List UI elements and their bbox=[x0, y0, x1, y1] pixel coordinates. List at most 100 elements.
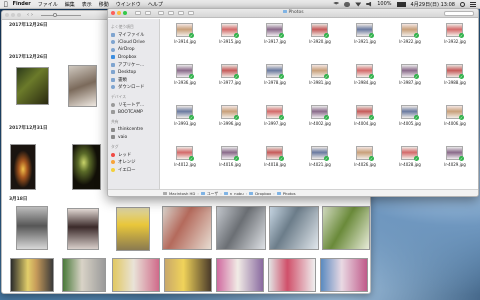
path-item[interactable]: Photos bbox=[283, 191, 296, 196]
action-gear-button[interactable] bbox=[188, 11, 194, 15]
file-item[interactable]: ✓ lr-3984.jpg bbox=[347, 64, 383, 91]
file-item[interactable]: ✓ lr-4002.jpg bbox=[302, 105, 338, 132]
photo-thumbnail[interactable] bbox=[268, 258, 316, 292]
apple-menu-icon[interactable]:  bbox=[4, 1, 8, 8]
file-item[interactable]: ✓ lr-4004.jpg bbox=[347, 105, 383, 132]
search-field[interactable] bbox=[444, 11, 474, 16]
sidebar-item-tag-yellow[interactable]: イエロー bbox=[111, 166, 159, 174]
sidebar-item-downloads[interactable]: ダウンロード bbox=[111, 84, 159, 92]
forward-arrow-icon[interactable]: › bbox=[31, 12, 33, 18]
file-item[interactable]: ✓ lr-3917.jpg bbox=[257, 23, 293, 50]
photo-thumbnail[interactable] bbox=[320, 258, 368, 292]
battery-icon[interactable] bbox=[396, 1, 406, 7]
battery-percent[interactable]: 100% bbox=[377, 1, 391, 7]
menu-help[interactable]: ヘルプ bbox=[148, 1, 163, 8]
photo-thumbnail[interactable] bbox=[16, 206, 48, 250]
photo-thumbnail[interactable] bbox=[67, 208, 99, 250]
photo-thumbnail[interactable] bbox=[322, 206, 370, 250]
file-item[interactable]: ✓ lr-3914.jpg bbox=[167, 23, 203, 50]
path-item[interactable]: nobu bbox=[234, 191, 244, 196]
forward-button[interactable] bbox=[145, 11, 151, 15]
view-list-button[interactable] bbox=[168, 11, 174, 15]
sidebar-item-applications[interactable]: アプリケー... bbox=[111, 61, 159, 69]
photo-thumbnail[interactable] bbox=[116, 207, 150, 251]
menu-file[interactable]: ファイル bbox=[38, 1, 58, 8]
photo-thumbnail[interactable] bbox=[112, 258, 160, 292]
file-item[interactable]: ✓ lr-3936.jpg bbox=[167, 64, 203, 91]
zoom-button[interactable] bbox=[17, 13, 21, 17]
menu-view[interactable]: 表示 bbox=[82, 1, 92, 8]
cloud-status-icon[interactable] bbox=[344, 1, 351, 7]
file-item[interactable]: ✓ lr-4005.jpg bbox=[392, 105, 428, 132]
file-item[interactable]: ✓ lr-4012.jpg bbox=[167, 146, 203, 173]
file-item[interactable]: ✓ lr-3922.jpg bbox=[392, 23, 428, 50]
photo-thumbnail[interactable] bbox=[16, 67, 49, 105]
sidebar-item-vaio[interactable]: vaio bbox=[111, 134, 159, 142]
zoom-slider-knob[interactable] bbox=[53, 12, 57, 17]
file-item[interactable]: ✓ lr-3997.jpg bbox=[257, 105, 293, 132]
sidebar-item-airdrop[interactable]: AirDrop bbox=[111, 46, 159, 54]
file-item[interactable]: ✓ lr-4016.jpg bbox=[212, 146, 248, 173]
menu-clock[interactable]: 4月29日(日) 13:08 bbox=[411, 1, 455, 8]
menu-window[interactable]: ウインドウ bbox=[116, 1, 141, 8]
path-item[interactable]: Macintosh HD bbox=[169, 191, 195, 196]
notification-center-icon[interactable] bbox=[470, 1, 476, 7]
photo-thumbnail[interactable] bbox=[164, 258, 212, 292]
finder-close-button[interactable] bbox=[111, 11, 115, 15]
photo-thumbnail[interactable] bbox=[216, 206, 266, 250]
menu-go[interactable]: 移動 bbox=[99, 1, 109, 8]
menu-edit[interactable]: 編集 bbox=[65, 1, 75, 8]
spotlight-icon[interactable] bbox=[460, 1, 465, 7]
sidebar-item-icloud-drive[interactable]: iCloud Drive bbox=[111, 39, 159, 47]
file-item[interactable]: ✓ lr-3996.jpg bbox=[212, 105, 248, 132]
photo-thumbnail[interactable] bbox=[162, 206, 212, 250]
path-item[interactable]: Dropbox bbox=[255, 191, 271, 196]
file-item[interactable]: ✓ lr-3915.jpg bbox=[212, 23, 248, 50]
zoom-slider[interactable] bbox=[41, 12, 81, 17]
photo-thumbnail[interactable] bbox=[269, 206, 319, 250]
sidebar-item-bootcamp[interactable]: BOOTCAMP bbox=[111, 109, 159, 117]
finder-minimize-button[interactable] bbox=[117, 11, 121, 15]
wifi-icon[interactable] bbox=[355, 2, 362, 7]
sidebar-item-thinkcentre[interactable]: thinkcentre bbox=[111, 126, 159, 134]
minimize-button[interactable] bbox=[11, 13, 15, 17]
menu-finder[interactable]: Finder bbox=[13, 1, 31, 7]
back-button[interactable] bbox=[135, 11, 141, 15]
close-button[interactable] bbox=[5, 13, 9, 17]
file-item[interactable]: ✓ lr-4028.jpg bbox=[392, 146, 428, 173]
file-item[interactable]: ✓ lr-4029.jpg bbox=[437, 146, 473, 173]
sidebar-item-all-my-files[interactable]: マイファイル bbox=[111, 31, 159, 39]
back-arrow-icon[interactable]: ‹ bbox=[27, 12, 29, 18]
photo-thumbnail[interactable] bbox=[68, 65, 97, 107]
file-item[interactable]: ✓ lr-3988.jpg bbox=[437, 64, 473, 91]
sidebar-item-documents[interactable]: 書類 bbox=[111, 76, 159, 84]
finder-zoom-button[interactable] bbox=[123, 11, 127, 15]
file-item[interactable]: ✓ lr-3932.jpg bbox=[437, 23, 473, 50]
view-icons-button[interactable] bbox=[158, 11, 164, 15]
photo-thumbnail[interactable] bbox=[72, 144, 101, 190]
file-item[interactable]: ✓ lr-4018.jpg bbox=[257, 146, 293, 173]
sidebar-item-dropbox[interactable]: Dropbox bbox=[111, 54, 159, 62]
sidebar-item-desktop[interactable]: Desktop bbox=[111, 69, 159, 77]
sidebar-item-tag-orange[interactable]: オレンジ bbox=[111, 159, 159, 167]
file-item[interactable]: ✓ lr-3981.jpg bbox=[302, 64, 338, 91]
file-item[interactable]: ✓ lr-4021.jpg bbox=[302, 146, 338, 173]
path-item[interactable]: ユーザ bbox=[207, 191, 218, 197]
volume-icon[interactable] bbox=[366, 1, 372, 7]
file-item[interactable]: ✓ lr-3993.jpg bbox=[167, 105, 203, 132]
path-item[interactable]: n bbox=[230, 191, 232, 196]
file-item[interactable]: ✓ lr-3920.jpg bbox=[302, 23, 338, 50]
sidebar-item-tag-red[interactable]: レッド bbox=[111, 151, 159, 159]
photo-thumbnail[interactable] bbox=[216, 258, 264, 292]
file-item[interactable]: ✓ lr-4026.jpg bbox=[347, 146, 383, 173]
photo-thumbnail[interactable] bbox=[10, 144, 36, 190]
photo-thumbnail[interactable] bbox=[62, 258, 106, 292]
file-item[interactable]: ✓ lr-3978.jpg bbox=[257, 64, 293, 91]
file-item[interactable]: ✓ lr-4006.jpg bbox=[437, 105, 473, 132]
file-item[interactable]: ✓ lr-3921.jpg bbox=[347, 23, 383, 50]
arrange-button[interactable] bbox=[178, 11, 184, 15]
file-item[interactable]: ✓ lr-3987.jpg bbox=[392, 64, 428, 91]
photo-thumbnail[interactable] bbox=[10, 258, 54, 292]
file-item[interactable]: ✓ lr-3977.jpg bbox=[212, 64, 248, 91]
sidebar-item-remote-disc[interactable]: リモートデ... bbox=[111, 101, 159, 109]
